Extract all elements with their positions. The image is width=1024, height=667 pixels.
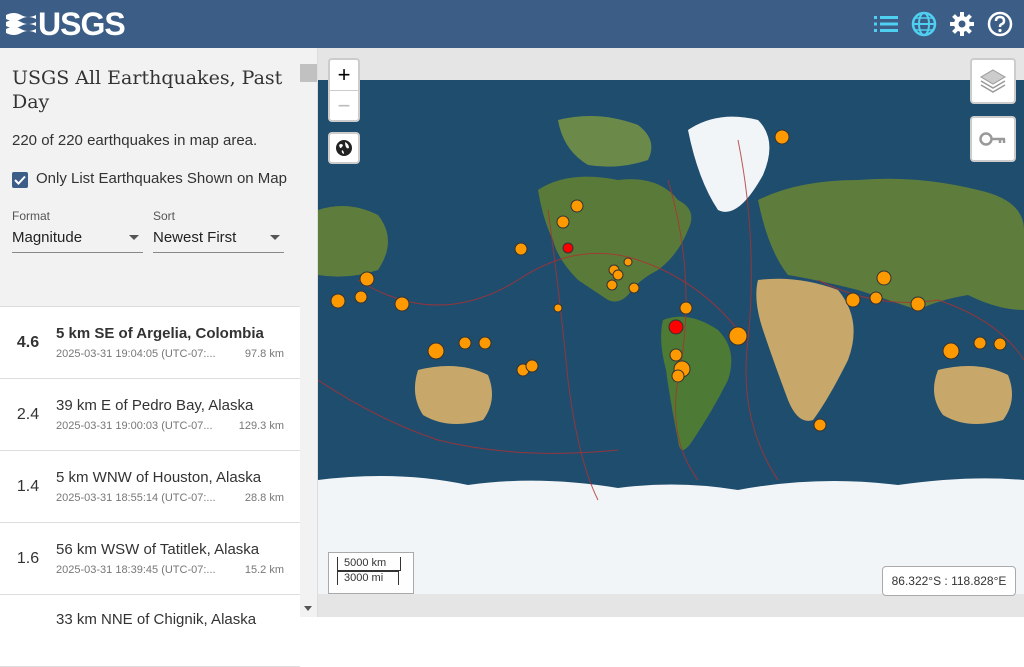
- globe-icon[interactable]: [910, 8, 938, 40]
- earthquake-count: 220 of 220 earthquakes in map area.: [12, 132, 258, 149]
- usgs-logo[interactable]: USGS: [6, 0, 126, 48]
- earthquake-marker: [845, 292, 861, 308]
- earthquake-marker: [553, 303, 563, 313]
- earthquake-marker: [525, 359, 539, 373]
- only-list-shown-checkbox[interactable]: Only List Earthquakes Shown on Map: [12, 167, 305, 191]
- eq-time: 2025-03-31 18:55:14 (UTC-07:...: [56, 492, 216, 504]
- earthquake-marker: [556, 215, 570, 229]
- format-label: Format: [12, 209, 51, 223]
- eq-depth: 129.3 km: [238, 420, 284, 432]
- scale-mi: 3000 mi: [337, 571, 399, 585]
- earthquake-marker: [394, 296, 410, 312]
- zoom-in-button[interactable]: +: [330, 60, 358, 90]
- eq-magnitude: 2.4: [16, 405, 40, 423]
- list-item[interactable]: 4.6 5 km SE of Argelia, Colombia 2025-03…: [0, 307, 300, 379]
- layers-button[interactable]: [970, 58, 1016, 104]
- mouse-coordinates: 86.322°S : 118.828°E: [882, 566, 1016, 596]
- only-list-shown-label: Only List Earthquakes Shown on Map: [36, 170, 287, 187]
- format-select[interactable]: Format Magnitude: [12, 209, 143, 253]
- eq-time: 2025-03-31 18:39:45 (UTC-07:...: [56, 564, 216, 576]
- eq-place: 39 km E of Pedro Bay, Alaska: [56, 397, 254, 414]
- earthquake-marker: [813, 418, 827, 432]
- list-item[interactable]: 33 km NNE of Chignik, Alaska: [0, 595, 300, 667]
- globe-view-button[interactable]: [328, 132, 360, 164]
- eq-time: 2025-03-31 19:00:03 (UTC-07...: [56, 420, 213, 432]
- logo-text: USGS: [38, 6, 126, 42]
- eq-magnitude: 4.6: [16, 333, 40, 351]
- earthquake-marker: [668, 319, 684, 335]
- earthquake-marker: [728, 326, 748, 346]
- earthquake-marker: [359, 271, 375, 287]
- australia-shape: [934, 366, 1012, 424]
- sort-label: Sort: [153, 209, 176, 223]
- earthquake-marker: [570, 199, 584, 213]
- world-map[interactable]: [318, 80, 1024, 594]
- sort-select[interactable]: Sort Newest First: [153, 209, 284, 253]
- earthquake-marker: [427, 342, 445, 360]
- earthquake-marker: [669, 348, 683, 362]
- earthquake-marker: [612, 269, 624, 281]
- earthquake-marker: [774, 129, 790, 145]
- earthquake-marker: [910, 296, 926, 312]
- earthquake-marker: [973, 336, 987, 350]
- eq-magnitude: 1.6: [16, 549, 40, 567]
- earthquake-marker: [354, 290, 368, 304]
- earthquake-marker: [671, 369, 685, 383]
- eq-depth: 97.8 km: [244, 348, 284, 360]
- eq-place: 5 km SE of Argelia, Colombia: [56, 325, 264, 342]
- earthquake-marker: [942, 342, 960, 360]
- eq-time: 2025-03-31 19:04:05 (UTC-07:...: [56, 348, 216, 360]
- gear-icon[interactable]: [948, 8, 976, 40]
- help-icon[interactable]: [986, 8, 1014, 40]
- earthquake-marker: [330, 293, 346, 309]
- usgs-wave-icon: [6, 13, 36, 35]
- eq-place: 5 km WNW of Houston, Alaska: [56, 469, 262, 486]
- sort-value: Newest First: [153, 229, 237, 246]
- earthquake-marker: [623, 257, 633, 267]
- earthquake-marker: [679, 301, 693, 315]
- page-title: USGS All Earthquakes, Past Day: [12, 67, 283, 113]
- earthquake-marker: [876, 270, 892, 286]
- eq-depth: 15.2 km: [244, 564, 284, 576]
- key-icon: [979, 132, 1006, 146]
- chevron-down-icon: [129, 235, 139, 240]
- layers-icon: [980, 69, 1006, 93]
- checkbox-checked-icon[interactable]: [12, 172, 28, 188]
- earthquake-marker: [628, 282, 640, 294]
- earthquake-marker: [562, 242, 574, 254]
- chevron-down-icon: [270, 235, 280, 240]
- eq-depth: 28.8 km: [244, 492, 284, 504]
- legend-key-button[interactable]: [970, 116, 1016, 162]
- scrollbar-thumb[interactable]: [300, 64, 317, 82]
- scale-km: 5000 km: [337, 557, 401, 571]
- earthquake-marker: [993, 337, 1007, 351]
- zoom-control: + −: [328, 58, 360, 122]
- earthquake-marker: [869, 291, 883, 305]
- earthquake-marker: [458, 336, 472, 350]
- eq-magnitude: 1.4: [16, 477, 40, 495]
- earthquake-marker: [514, 242, 528, 256]
- list-item[interactable]: 2.4 39 km E of Pedro Bay, Alaska 2025-03…: [0, 379, 300, 451]
- map-pane[interactable]: + − 5000 km 3000 mi 86.322°S : 118.828°E: [318, 48, 1024, 617]
- eq-place: 33 km NNE of Chignik, Alaska: [56, 611, 257, 628]
- scroll-down-icon[interactable]: [304, 606, 312, 611]
- globe-icon: [336, 140, 352, 156]
- map-scale: 5000 km 3000 mi: [328, 552, 414, 594]
- list-item[interactable]: 1.4 5 km WNW of Houston, Alaska 2025-03-…: [0, 451, 300, 523]
- earthquake-marker: [478, 336, 492, 350]
- list-item[interactable]: 1.6 56 km WSW of Tatitlek, Alaska 2025-0…: [0, 523, 300, 595]
- earthquake-marker: [606, 279, 618, 291]
- eq-place: 56 km WSW of Tatitlek, Alaska: [56, 541, 260, 558]
- app-header: USGS: [0, 0, 1024, 48]
- zoom-out-button[interactable]: −: [330, 90, 358, 120]
- list-icon[interactable]: [872, 8, 900, 40]
- earthquake-list: 4.6 5 km SE of Argelia, Colombia 2025-03…: [0, 306, 300, 667]
- format-value: Magnitude: [12, 229, 83, 246]
